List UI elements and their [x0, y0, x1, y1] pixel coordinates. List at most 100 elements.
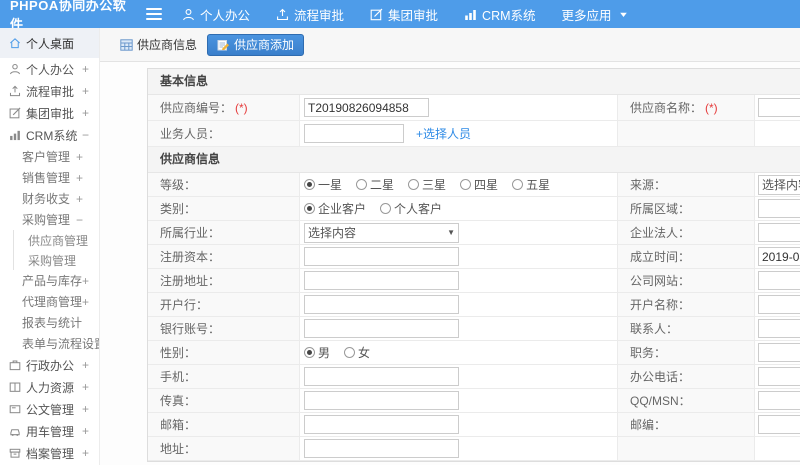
sidebar-item-customer-mgmt[interactable]: 客户管理 +: [0, 146, 99, 167]
expand-toggle-icon[interactable]: +: [82, 274, 89, 288]
main-area: 供应商信息供应商添加 基本信息供应商编号：(*)供应商名称：(*)业务人员：+选…: [100, 28, 800, 465]
form-row: 传真： QQ/MSN：: [148, 389, 800, 413]
sidebar-item-admin-office[interactable]: 行政办公 +: [0, 354, 99, 376]
edit-icon: [8, 107, 21, 120]
sidebar-item-crm-system[interactable]: CRM系统 −: [0, 124, 99, 146]
industry-select[interactable]: 选择内容 ▼: [304, 222, 459, 243]
expand-toggle-icon[interactable]: +: [82, 106, 89, 120]
expand-toggle-icon[interactable]: +: [82, 62, 89, 76]
value-cell: [755, 269, 800, 292]
label-cell: 企业法人：: [618, 221, 755, 244]
grade-radio-star4[interactable]: 四星: [460, 176, 498, 193]
expand-toggle-icon[interactable]: +: [82, 380, 89, 394]
sidebar-item-vehicle-mgmt[interactable]: 用车管理 +: [0, 420, 99, 442]
grade-radio-star3[interactable]: 三星: [408, 176, 446, 193]
source-select[interactable]: 选择内容▼: [758, 174, 800, 195]
expand-toggle-icon[interactable]: +: [82, 446, 89, 460]
topnav-workflow-approval[interactable]: 流程审批: [276, 5, 344, 24]
company-website-input[interactable]: [758, 271, 800, 290]
region-input[interactable]: [758, 199, 800, 218]
zip-code-input[interactable]: [758, 415, 800, 434]
expand-toggle-icon[interactable]: +: [76, 192, 83, 206]
sidebar-item-agent-mgmt[interactable]: 代理商管理 +: [0, 291, 99, 312]
sidebar-item-label: 客户管理: [22, 150, 71, 164]
sidebar-item-document-mgmt[interactable]: 公文管理 +: [0, 398, 99, 420]
field-label: 传真：: [160, 394, 197, 408]
expand-toggle-icon[interactable]: +: [76, 171, 83, 185]
label-cell: 开户行：: [148, 293, 300, 316]
bank-branch-input[interactable]: [304, 295, 459, 314]
expand-toggle-icon[interactable]: +: [82, 424, 89, 438]
grade-radio-star5[interactable]: 五星: [512, 176, 550, 193]
radio-icon: [380, 203, 392, 214]
menu-toggle-icon[interactable]: [146, 8, 162, 20]
sidebar-item-supplier-mgmt[interactable]: 供应商管理: [14, 230, 99, 250]
value-cell: [300, 95, 618, 120]
label-cell: 成立时间：: [618, 245, 755, 268]
sidebar-item-personal-office[interactable]: 个人办公 +: [0, 58, 99, 80]
sidebar-item-label: 档案管理: [26, 446, 75, 461]
sidebar-item-purchase-mgmt[interactable]: 采购管理 −: [0, 209, 99, 230]
addform-icon: [217, 39, 230, 51]
fax-input[interactable]: [304, 391, 459, 410]
chart-icon: [8, 129, 21, 142]
registered-capital-input[interactable]: [304, 247, 459, 266]
sidebar-item-hr[interactable]: 人力资源 +: [0, 376, 99, 398]
supplier-name-input[interactable]: [758, 98, 800, 117]
select-staff-link[interactable]: +选择人员: [416, 125, 471, 142]
office-phone-input[interactable]: [758, 367, 800, 386]
upload-icon: [276, 8, 289, 21]
bank-account-input[interactable]: [304, 319, 459, 338]
sidebar-item-finance-mgmt[interactable]: 财务收支 +: [0, 188, 99, 209]
topnav-personal-office[interactable]: 个人办公: [182, 5, 250, 24]
field-label: 邮编：: [630, 418, 667, 432]
field-label: 邮箱：: [160, 418, 197, 432]
field-label: 供应商名称：: [630, 101, 703, 115]
contact-person-input[interactable]: [758, 319, 800, 338]
value-cell: [755, 413, 800, 436]
expand-toggle-icon[interactable]: −: [82, 128, 89, 142]
expand-toggle-icon[interactable]: +: [82, 295, 89, 309]
category-radio-personal[interactable]: 个人客户: [380, 200, 442, 217]
supplier-info-tab[interactable]: 供应商信息: [120, 36, 197, 53]
sidebar-item-personal-desktop[interactable]: 个人桌面: [0, 28, 99, 58]
supplier-code-input[interactable]: [304, 98, 429, 117]
expand-toggle-icon[interactable]: +: [82, 358, 89, 372]
sidebar-item-label: 采购管理: [22, 213, 71, 227]
mobile-input[interactable]: [304, 367, 459, 386]
registered-address-input[interactable]: [304, 271, 459, 290]
expand-toggle-icon[interactable]: +: [82, 84, 89, 98]
sidebar-item-workflow-approval[interactable]: 流程审批 +: [0, 80, 99, 102]
position-input[interactable]: [758, 343, 800, 362]
sidebar-item-group-approval[interactable]: 集团审批 +: [0, 102, 99, 124]
email-input[interactable]: [304, 415, 459, 434]
expand-toggle-icon[interactable]: +: [82, 402, 89, 416]
category-radio-enterprise[interactable]: 企业客户: [304, 200, 366, 217]
topnav-crm-system[interactable]: CRM系统: [464, 5, 536, 24]
business-staff-input[interactable]: [304, 124, 404, 143]
sidebar-item-sales-mgmt[interactable]: 销售管理 +: [0, 167, 99, 188]
field-label: 所属区域：: [630, 202, 691, 216]
sidebar-item-product-inventory[interactable]: 产品与库存 +: [0, 270, 99, 291]
gender-radio-male[interactable]: 男: [304, 344, 330, 361]
account-name-input[interactable]: [758, 295, 800, 314]
sidebar-item-form-flow-settings[interactable]: 表单与流程设置+: [0, 333, 99, 354]
grade-radio-star1[interactable]: 一星: [304, 176, 342, 193]
expand-toggle-icon[interactable]: −: [76, 213, 83, 227]
topnav-group-approval[interactable]: 集团审批: [370, 5, 438, 24]
label-cell: 等级：: [148, 173, 300, 196]
sidebar-item-purchasing-mgmt[interactable]: 采购管理: [14, 250, 99, 270]
qq-msn-input[interactable]: [758, 391, 800, 410]
sidebar-item-archive-mgmt[interactable]: 档案管理 +: [0, 442, 99, 464]
legal-person-input[interactable]: [758, 223, 800, 242]
supplier-add-tab[interactable]: 供应商添加: [207, 33, 305, 56]
gender-radio-female[interactable]: 女: [344, 344, 370, 361]
address-input[interactable]: [304, 439, 459, 458]
grade-radio-star2[interactable]: 二星: [356, 176, 394, 193]
radio-icon: [356, 179, 368, 190]
radio-icon: [408, 179, 420, 190]
expand-toggle-icon[interactable]: +: [76, 150, 83, 164]
founding-date-input[interactable]: [758, 247, 800, 266]
sidebar-item-report-statistics[interactable]: 报表与统计: [0, 312, 99, 333]
topnav-more-apps[interactable]: 更多应用: [562, 5, 630, 24]
